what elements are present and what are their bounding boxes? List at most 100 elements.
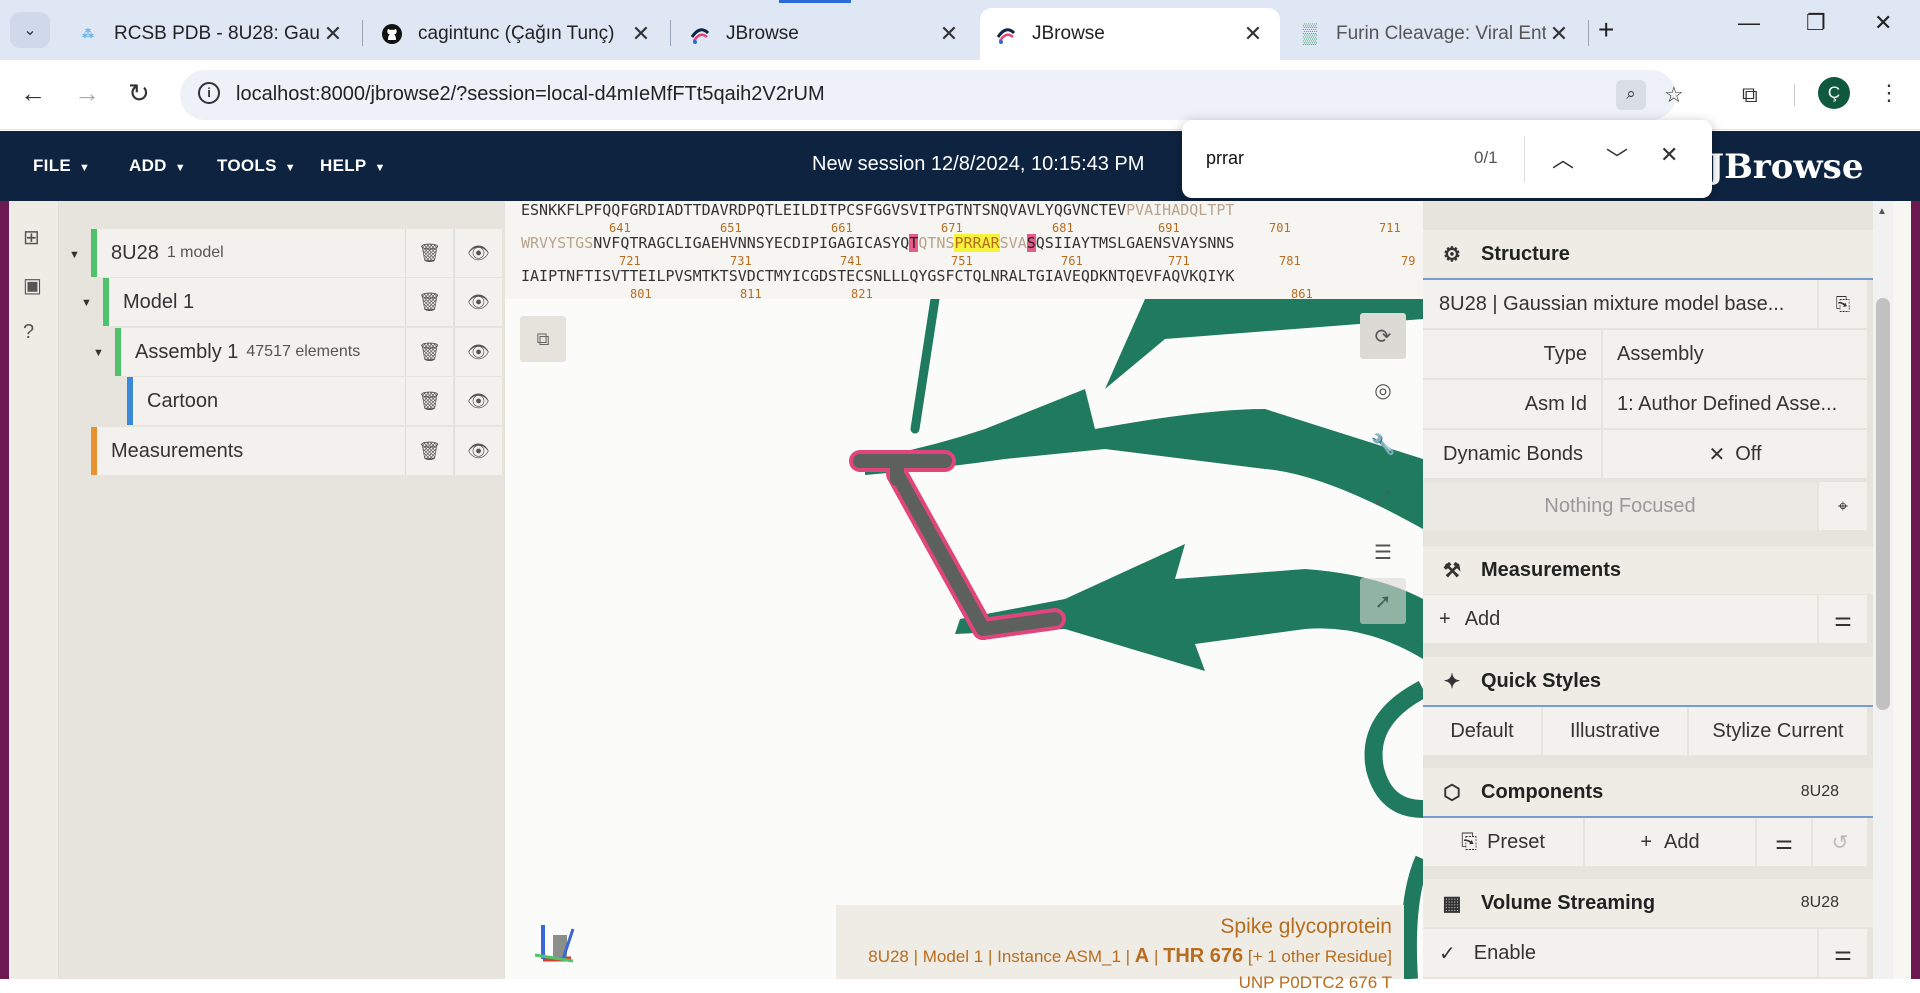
measurements-section-header[interactable]: ⚒ Measurements [1423,546,1873,594]
sequence-line[interactable]: ESNKKFLPFQQFGRDIADTTDAVRDPQTLEILDITPCSFG… [521,201,1234,219]
tab-furin[interactable]: ▒ Furin Cleavage: Viral Entr ✕ [1284,8,1586,60]
reload-icon[interactable]: ↻ [128,78,150,109]
menu-add[interactable]: ADD ▼ [129,156,186,176]
residue-path: 8U28 | Model 1 | Instance ASM_1 | A | TH… [868,945,1392,967]
protein-strand [1364,681,1423,818]
close-icon[interactable]: ✕ [1240,21,1266,47]
chevron-down-icon[interactable]: ﹀ [1606,142,1628,174]
reset-camera-icon[interactable]: ⟳ [1360,313,1406,359]
visibility-icon[interactable]: 👁 [454,377,502,425]
quick-styles-section-header[interactable]: ✦ Quick Styles [1423,657,1873,705]
delete-icon[interactable]: 🗑 [405,278,453,326]
star-icon[interactable]: ☆ [1664,82,1684,108]
structure-selector[interactable]: 8U28 | Gaussian mixture model base... [1423,280,1817,328]
site-info-icon[interactable]: i [198,82,220,104]
wrench-icon[interactable]: 🔧 [1360,421,1406,467]
state-tree-icon[interactable]: ⊞ [23,225,40,250]
add-measurement-button[interactable]: + Add [1423,595,1817,643]
collapse-caret-icon[interactable]: ▼ [69,249,80,261]
bookmark-icon[interactable]: ⎘ [1819,280,1867,328]
dynamic-bonds-toggle[interactable]: ✕ Off [1603,430,1867,478]
find-input[interactable]: prrar [1206,148,1244,169]
add-component-button[interactable]: + Add [1585,818,1755,866]
delete-icon[interactable]: 🗑 [405,427,453,475]
tree-node-8u28[interactable]: 8U28 1 model [91,229,405,277]
sequence-line[interactable]: IAIPTNFTISVTTEILPVSMTKTSVDCTMYICGDSTECSN… [521,267,1234,285]
style-default-button[interactable]: Default [1423,707,1541,755]
save-icon[interactable]: ▣ [23,273,42,298]
style-illustrative-button[interactable]: Illustrative [1543,707,1687,755]
settings-sliders-icon[interactable]: ⚌ [1757,818,1811,866]
screenshot-icon[interactable]: ◎ [1360,367,1406,413]
settings-sliders-icon[interactable]: ☰ [1360,529,1406,575]
settings-sliders-icon[interactable]: ⚌ [1819,929,1867,977]
grid-icon: ▦ [1442,892,1462,915]
tab-jbrowse-2[interactable]: JBrowse ✕ [980,8,1280,60]
url-text[interactable]: localhost:8000/jbrowse2/?session=local-d… [236,83,825,106]
extensions-icon[interactable]: ⧉ [1742,82,1758,108]
menu-tools[interactable]: TOOLS ▼ [217,156,296,176]
menu-file[interactable]: FILE ▼ [33,156,90,176]
profile-avatar[interactable]: Ç [1818,77,1850,109]
tree-node-assembly[interactable]: Assembly 1 47517 elements [115,328,405,376]
delete-icon[interactable]: 🗑 [405,229,453,277]
back-icon[interactable]: ← [20,78,46,109]
session-title[interactable]: New session 12/8/2024, 10:15:43 PM [812,153,1144,176]
tree-node-cartoon[interactable]: Cartoon [127,377,405,425]
tab-jbrowse-1[interactable]: JBrowse ✕ [674,8,976,60]
find-in-page-icon[interactable]: ⌕ [1616,80,1646,110]
tab-github[interactable]: cagintunc (Çağın Tunç) ✕ [366,8,668,60]
cube-icon: ⬡ [1443,781,1461,804]
volume-streaming-section-header[interactable]: ▦ Volume Streaming 8U28 [1423,879,1873,927]
style-stylize-current-button[interactable]: Stylize Current [1689,707,1867,755]
forward-icon[interactable]: → [74,78,100,109]
enable-volume-button[interactable]: ✓ Enable [1423,929,1817,977]
chevron-down-icon: ⌄ [23,22,37,39]
history-icon[interactable]: ↺ [1813,818,1867,866]
selection-mode-icon[interactable]: ➚ [1360,578,1406,624]
tab-rcsb[interactable]: ⁂ RCSB PDB - 8U28: Gaussi ✕ [62,8,360,60]
close-icon[interactable]: ✕ [1546,21,1572,47]
tree-node-measurements[interactable]: Measurements [91,427,405,475]
expand-icon[interactable]: ⤢ [1360,475,1406,521]
sequence-line[interactable]: WRVYSTGSNVFQTRAGCLIGAEHVNNSYECDIPIGAGICA… [521,234,1234,252]
new-tab-button[interactable]: + [1598,14,1614,46]
menu-help[interactable]: HELP ▼ [320,156,386,176]
molstar-left-icon-strip: ⊞ ▣ ? [9,201,59,979]
close-icon[interactable]: ✕ [628,21,654,47]
collapse-caret-icon[interactable]: ▼ [81,297,92,309]
structure-3d-viewer[interactable] [505,299,1423,979]
focus-target-icon[interactable]: ⌖ [1819,482,1867,530]
visibility-icon[interactable]: 👁 [454,427,502,475]
visibility-icon[interactable]: 👁 [454,278,502,326]
tab-search-button[interactable]: ⌄ [10,12,50,48]
delete-icon[interactable]: 🗑 [405,328,453,376]
minimize-icon[interactable]: — [1738,10,1760,36]
chevron-up-icon[interactable]: ︿ [1552,142,1574,174]
animation-play-icon[interactable]: ⧉ [520,316,566,362]
structure-section-header[interactable]: ⚙ Structure [1423,230,1873,278]
address-bar[interactable]: i localhost:8000/jbrowse2/?session=local… [180,70,1684,120]
more-menu-icon[interactable]: ⋮ [1878,80,1900,106]
toolbar-divider [1794,84,1795,106]
scroll-up-icon[interactable]: ▲ [1877,206,1887,217]
asm-id-value[interactable]: 1: Author Defined Asse... [1603,380,1867,428]
visibility-icon[interactable]: 👁 [454,229,502,277]
type-value[interactable]: Assembly [1603,330,1867,378]
close-icon[interactable]: ✕ [320,21,346,47]
delete-icon[interactable]: 🗑 [405,377,453,425]
tree-node-model[interactable]: Model 1 [103,278,405,326]
scrollbar-thumb[interactable] [1876,298,1890,710]
close-window-icon[interactable]: ✕ [1874,10,1892,36]
protein-cartoon [534,299,1423,979]
close-icon[interactable]: ✕ [1660,142,1678,168]
visibility-icon[interactable]: 👁 [454,328,502,376]
preset-button[interactable]: ⎘ Preset [1423,818,1583,866]
help-icon[interactable]: ? [23,321,34,344]
loading-indicator [779,0,851,3]
settings-sliders-icon[interactable]: ⚌ [1819,595,1867,643]
collapse-caret-icon[interactable]: ▼ [93,347,104,359]
restore-icon[interactable]: ❐ [1806,10,1826,36]
components-section-header[interactable]: ⬡ Components 8U28 [1423,768,1873,816]
close-icon[interactable]: ✕ [936,21,962,47]
